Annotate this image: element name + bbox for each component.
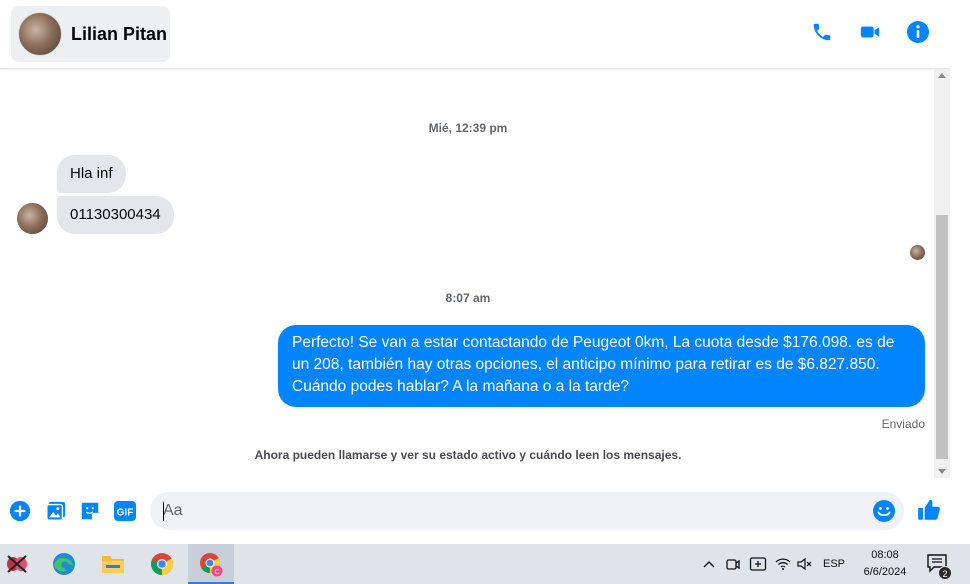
scroll-thumb[interactable] xyxy=(936,215,948,459)
message-composer: GIF xyxy=(0,484,950,544)
wifi-icon[interactable] xyxy=(774,544,792,584)
text-caret xyxy=(163,502,164,521)
input-language-indicator[interactable]: ESP xyxy=(820,544,848,584)
seen-indicator-avatar xyxy=(910,245,925,260)
contact-name: Lilian Pitan xyxy=(71,23,168,44)
message-timestamp: 8:07 am xyxy=(445,291,491,305)
chrome-browser-icon[interactable] xyxy=(139,544,185,584)
scroll-down-arrow-icon[interactable] xyxy=(938,469,946,474)
chat-header: Lilian Pitan xyxy=(0,0,950,69)
message-timestamp: Mié, 12:39 pm xyxy=(428,121,508,135)
show-hidden-icons-chevron-icon[interactable] xyxy=(700,544,718,584)
emoji-icon[interactable] xyxy=(872,499,896,523)
notification-count-badge: 2 xyxy=(938,566,952,580)
messenger-window: Lilian Pitan Mié, 12:39 pm Hla inf 01130… xyxy=(0,0,970,584)
thumbs-up-icon[interactable] xyxy=(916,497,942,523)
video-camera-icon[interactable] xyxy=(858,20,882,44)
gif-icon[interactable]: GIF xyxy=(112,499,138,523)
contact-profile-button[interactable]: Lilian Pitan xyxy=(11,6,170,62)
incoming-message-bubble[interactable]: 01130300434 xyxy=(57,196,174,234)
windows-taskbar: C ESP 08:08 6/6/2024 2 xyxy=(0,544,970,584)
clock-time: 08:08 xyxy=(871,549,899,561)
chat-scrollbar[interactable] xyxy=(934,69,950,478)
plus-icon[interactable] xyxy=(8,499,32,523)
phone-icon[interactable] xyxy=(810,20,834,44)
snipping-tool-icon[interactable] xyxy=(0,544,40,584)
meet-now-icon[interactable] xyxy=(724,544,742,584)
taskbar-clock[interactable]: 08:08 6/6/2024 xyxy=(850,547,920,581)
sticker-icon[interactable] xyxy=(78,499,102,523)
scroll-up-arrow-icon[interactable] xyxy=(938,73,946,78)
sender-avatar xyxy=(17,203,48,234)
chrome-profile-icon[interactable]: C xyxy=(188,544,234,584)
system-notice: Ahora pueden llamarse y ver su estado ac… xyxy=(254,448,682,462)
incoming-message-bubble[interactable]: Hla inf xyxy=(57,155,126,193)
window-edge xyxy=(950,0,970,544)
contact-avatar xyxy=(18,12,62,56)
edge-browser-icon[interactable] xyxy=(41,544,87,584)
clock-date: 6/6/2024 xyxy=(863,566,907,578)
file-explorer-icon[interactable] xyxy=(90,544,136,584)
image-gallery-icon[interactable] xyxy=(44,499,68,523)
outgoing-message-bubble[interactable]: Perfecto! Se van a estar contactando de … xyxy=(278,325,925,407)
info-icon[interactable] xyxy=(906,20,930,44)
svg-text:C: C xyxy=(214,569,219,576)
sent-status: Enviado xyxy=(881,417,925,431)
volume-muted-icon[interactable] xyxy=(796,544,814,584)
screen-capture-icon[interactable] xyxy=(748,544,768,584)
gif-label: GIF xyxy=(117,508,134,519)
message-input-container[interactable] xyxy=(150,492,904,530)
message-input[interactable] xyxy=(163,492,863,530)
